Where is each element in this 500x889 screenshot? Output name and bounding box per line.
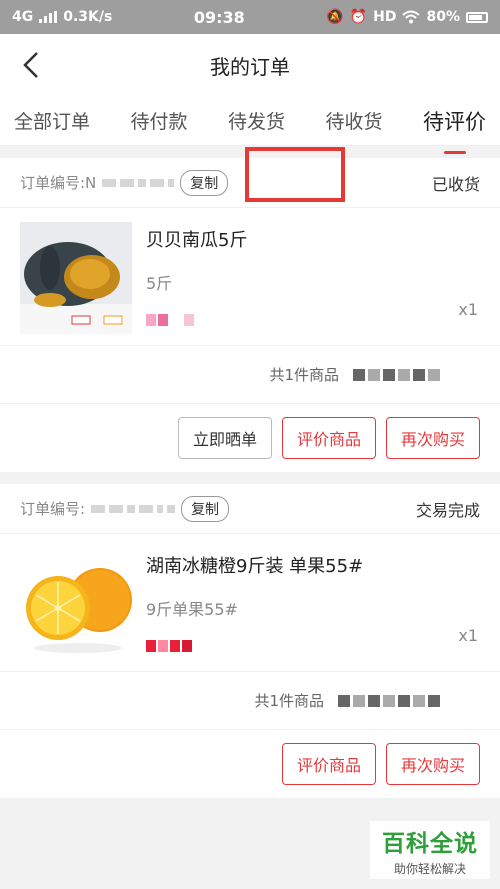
status-bar: 4G 0.3K/s 09:38 🔕 ⏰ HD 80% <box>0 0 500 34</box>
item-count: 共1件商品 <box>254 692 324 710</box>
order-tabs: 全部订单 待付款 待发货 待收货 待评价 <box>0 96 500 146</box>
back-button[interactable] <box>14 48 48 82</box>
hd-label: HD <box>373 9 397 25</box>
tab-pending-payment[interactable]: 待付款 <box>131 99 188 142</box>
product-quantity: x1 <box>458 300 478 319</box>
total-redacted <box>353 368 440 381</box>
review-product-button[interactable]: 评价商品 <box>281 417 376 459</box>
product-row[interactable]: 湖南冰糖橙9斤装 单果55# 9斤单果55# x1 <box>0 534 500 672</box>
product-row[interactable]: 贝贝南瓜5斤 5斤 x1 <box>0 208 500 346</box>
orange-image <box>20 548 132 660</box>
pumpkin-image <box>20 222 132 334</box>
copy-button[interactable]: 复制 <box>180 169 229 196</box>
tab-pending-review[interactable]: 待评价 <box>423 98 486 144</box>
item-count: 共1件商品 <box>269 366 339 384</box>
product-name: 贝贝南瓜5斤 <box>146 230 248 251</box>
chevron-left-icon <box>23 52 38 78</box>
price-redacted <box>146 640 480 652</box>
order-actions: 评价商品 再次购买 <box>0 730 500 798</box>
product-spec: 9斤单果55# <box>146 600 238 619</box>
watermark-subtitle: 助你轻松解决 <box>393 862 466 876</box>
product-quantity: x1 <box>458 626 478 645</box>
tab-all[interactable]: 全部订单 <box>14 99 90 142</box>
mute-icon: 🔕 <box>326 9 344 25</box>
buy-again-button[interactable]: 再次购买 <box>385 743 480 785</box>
order-header: 订单编号: 复制 交易完成 <box>0 484 500 534</box>
clock: 09:38 <box>193 7 245 27</box>
share-order-button[interactable]: 立即晒单 <box>177 417 272 459</box>
page-title: 我的订单 <box>210 54 290 79</box>
product-name: 湖南冰糖橙9斤装 单果55# <box>146 556 364 577</box>
signal-icon <box>39 11 58 23</box>
tab-pending-shipment[interactable]: 待发货 <box>228 99 285 142</box>
order-summary: 共1件商品 <box>0 672 500 730</box>
alarm-icon: ⏰ <box>349 9 368 25</box>
copy-highlight-annotation <box>245 147 345 202</box>
order-number-redacted <box>102 178 175 187</box>
wifi-icon <box>402 10 421 24</box>
order-number-label: 订单编号:N <box>20 174 97 192</box>
battery-icon <box>465 11 488 23</box>
price-redacted <box>146 314 480 326</box>
page-header: 我的订单 <box>0 34 500 96</box>
order-summary: 共1件商品 <box>0 346 500 404</box>
watermark-title: 百科全说 <box>382 831 478 857</box>
order-status: 已收货 <box>431 174 480 194</box>
product-spec: 5斤 <box>146 274 173 293</box>
order-card: 订单编号:N 复制 已收货 贝贝南瓜5斤 5斤 x1 共1件商品 立即晒单 评价… <box>0 158 500 472</box>
order-actions: 立即晒单 评价商品 再次购买 <box>0 404 500 472</box>
network-label: 4G <box>12 9 34 25</box>
copy-button[interactable]: 复制 <box>181 495 230 522</box>
total-redacted <box>338 694 440 707</box>
tab-pending-receipt[interactable]: 待收货 <box>326 99 383 142</box>
speed-label: 0.3K/s <box>63 9 113 25</box>
order-number-label: 订单编号: <box>20 500 86 518</box>
review-product-button[interactable]: 评价商品 <box>281 743 376 785</box>
watermark: 百科全说 助你轻松解决 <box>370 821 490 879</box>
order-number-redacted <box>91 504 176 513</box>
battery-label: 80% <box>426 9 460 25</box>
order-status: 交易完成 <box>415 500 480 520</box>
buy-again-button[interactable]: 再次购买 <box>385 417 480 459</box>
order-card: 订单编号: 复制 交易完成 湖南冰糖橙9斤装 单果55# 9斤单果55# x1 … <box>0 484 500 798</box>
